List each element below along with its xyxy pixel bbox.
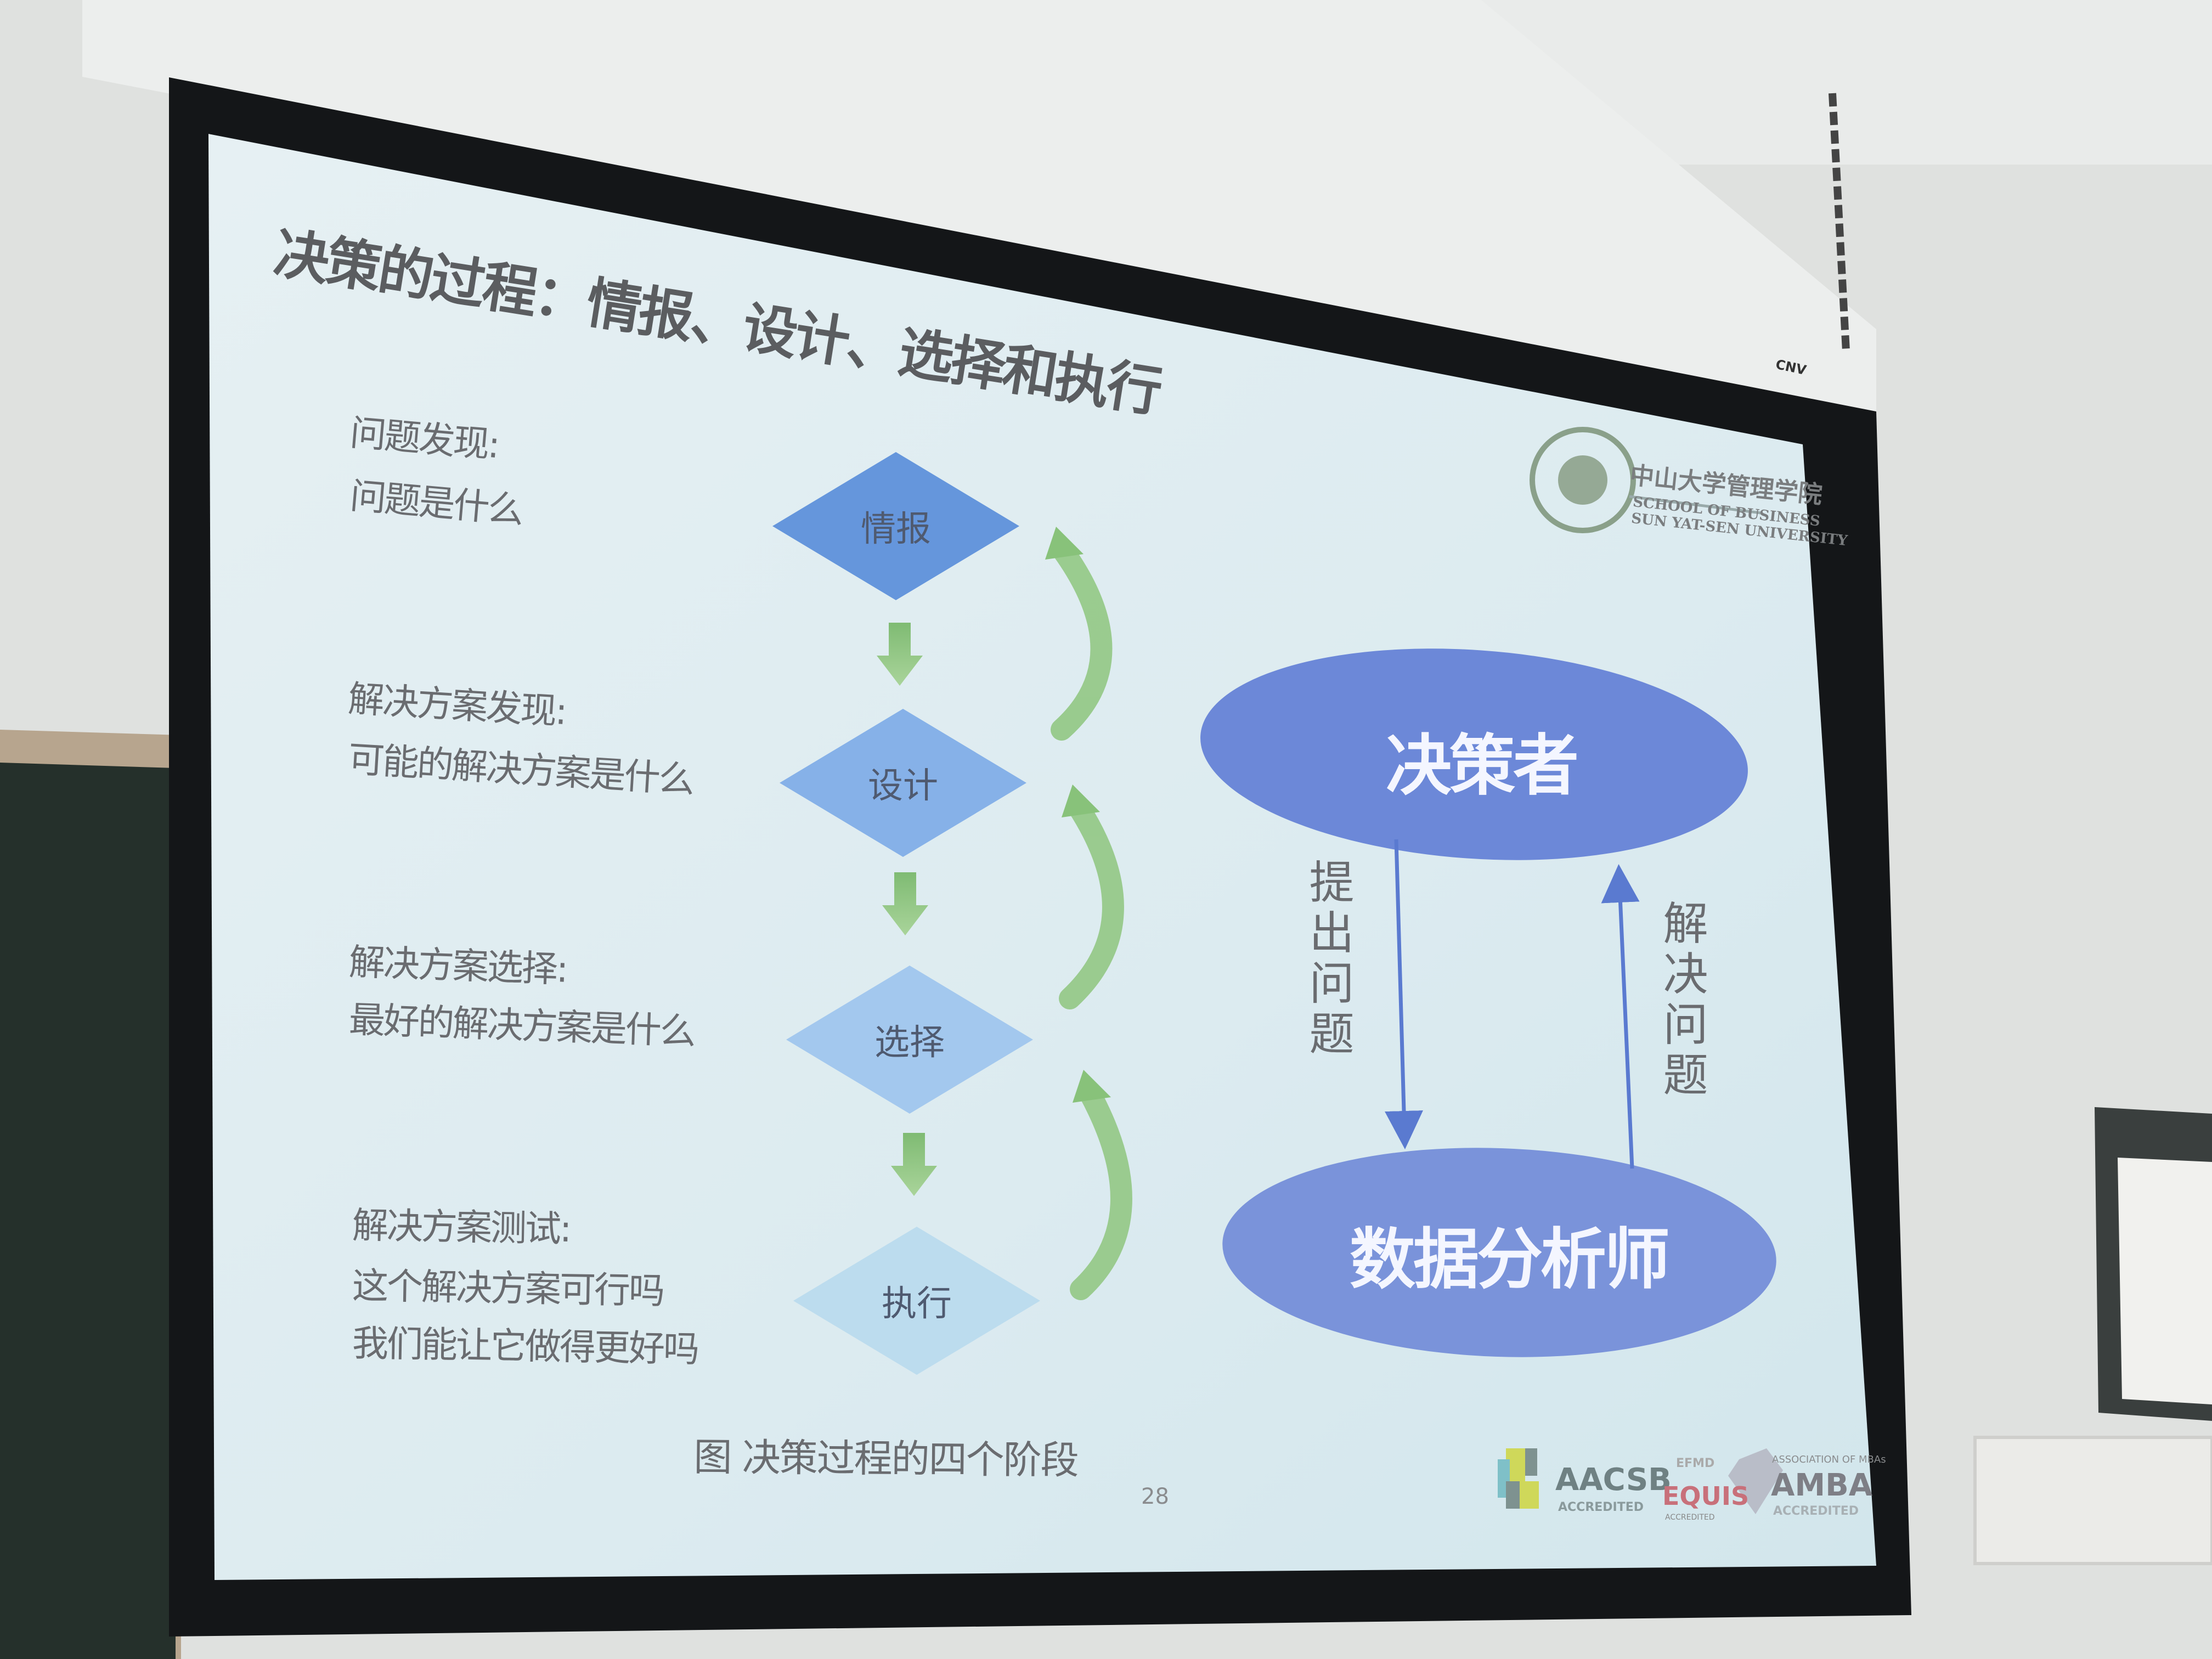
ask-question-label: 提出问题 bbox=[1301, 859, 1353, 1060]
notice-paper bbox=[2118, 1158, 2212, 1404]
aacsb-label: AACSB bbox=[1555, 1462, 1672, 1498]
amba-top: ASSOCIATION OF MBAs bbox=[1772, 1454, 1886, 1465]
equis-label: EQUIS bbox=[1662, 1481, 1750, 1511]
stage-4-heading: 解决方案测试: bbox=[352, 1204, 571, 1250]
seal-emblem bbox=[1558, 455, 1607, 505]
decision-maker-label: 决策者 bbox=[1386, 728, 1579, 804]
stage-3-heading: 解决方案选择: bbox=[348, 940, 568, 991]
aacsb-sub: ACCREDITED bbox=[1558, 1500, 1644, 1514]
diamond-label-choice: 选择 bbox=[874, 1023, 945, 1063]
chalkboard bbox=[0, 763, 176, 1659]
efmd-label: EFMD bbox=[1676, 1457, 1715, 1470]
amba-label: AMBA bbox=[1771, 1468, 1873, 1503]
diamond-label-implementation: 执行 bbox=[882, 1284, 952, 1324]
stage-4-line-2: 我们能让它做得更好吗 bbox=[352, 1322, 698, 1370]
diamond-label-intelligence: 情报 bbox=[861, 509, 931, 550]
stage-4-line-1: 这个解决方案可行吗 bbox=[352, 1264, 664, 1312]
figure-caption: 图 决策过程的四个阶段 bbox=[693, 1434, 1079, 1483]
page-number: 28 bbox=[1141, 1484, 1169, 1509]
solve-question-label: 解决问题 bbox=[1655, 900, 1707, 1102]
equis-sub: ACCREDITED bbox=[1665, 1513, 1715, 1522]
diamond-label-design: 设计 bbox=[868, 766, 938, 806]
amba-sub: ACCREDITED bbox=[1773, 1504, 1859, 1518]
analyst-label: 数据分析师 bbox=[1350, 1222, 1670, 1298]
switch-panel bbox=[1973, 1436, 2212, 1565]
